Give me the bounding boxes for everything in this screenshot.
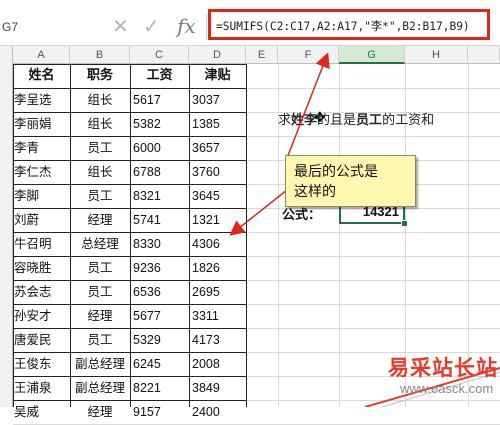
watermark-diagonal bbox=[364, 367, 500, 407]
watermark-url: www.easck.com bbox=[400, 381, 494, 396]
watermark-logo: 易采站长站 bbox=[388, 355, 498, 380]
